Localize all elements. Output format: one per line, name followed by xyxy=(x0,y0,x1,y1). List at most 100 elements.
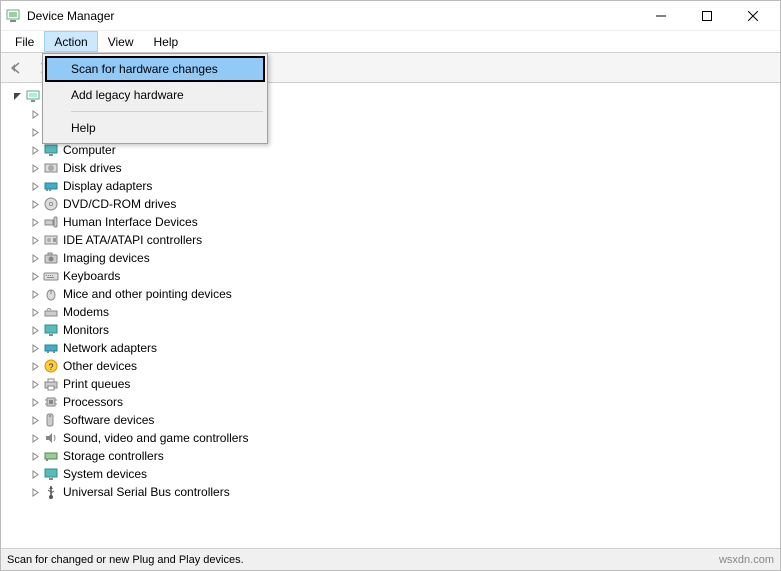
expander-icon[interactable] xyxy=(11,90,23,102)
tree-label: Other devices xyxy=(63,357,137,375)
expander-icon[interactable] xyxy=(29,198,41,210)
tree-label: Monitors xyxy=(63,321,109,339)
expander-icon[interactable] xyxy=(29,324,41,336)
monitor-icon xyxy=(43,322,59,338)
back-button[interactable] xyxy=(5,56,29,80)
tree-label: System devices xyxy=(63,465,147,483)
tree-item-processors[interactable]: Processors xyxy=(3,393,778,411)
expander-icon[interactable] xyxy=(29,180,41,192)
disk-icon xyxy=(43,160,59,176)
expander-icon[interactable] xyxy=(29,450,41,462)
usb-icon xyxy=(43,484,59,500)
tree-item-network[interactable]: Network adapters xyxy=(3,339,778,357)
mouse-icon xyxy=(43,286,59,302)
tree-label: Display adapters xyxy=(63,177,152,195)
expander-icon[interactable] xyxy=(29,108,41,120)
tree-label: DVD/CD-ROM drives xyxy=(63,195,176,213)
window-title: Device Manager xyxy=(27,9,114,23)
svg-text:?: ? xyxy=(48,362,53,372)
titlebar: Device Manager xyxy=(1,1,780,31)
menu-add-legacy[interactable]: Add legacy hardware xyxy=(45,82,265,108)
minimize-button[interactable] xyxy=(638,1,684,31)
system-icon xyxy=(43,466,59,482)
expander-icon[interactable] xyxy=(29,216,41,228)
tree-item-disk-drives[interactable]: Disk drives xyxy=(3,159,778,177)
expander-icon[interactable] xyxy=(29,270,41,282)
expander-icon[interactable] xyxy=(29,486,41,498)
tree-item-hid[interactable]: Human Interface Devices xyxy=(3,213,778,231)
expander-icon[interactable] xyxy=(29,306,41,318)
printer-icon xyxy=(43,376,59,392)
app-icon xyxy=(5,8,21,24)
menu-scan-hardware[interactable]: Scan for hardware changes xyxy=(45,56,265,82)
maximize-button[interactable] xyxy=(684,1,730,31)
expander-icon[interactable] xyxy=(29,126,41,138)
tree-item-other[interactable]: ? Other devices xyxy=(3,357,778,375)
keyboard-icon xyxy=(43,268,59,284)
menu-view[interactable]: View xyxy=(98,31,144,52)
tree-label: Imaging devices xyxy=(63,249,150,267)
tree-item-mice[interactable]: Mice and other pointing devices xyxy=(3,285,778,303)
camera-icon xyxy=(43,250,59,266)
expander-icon[interactable] xyxy=(29,378,41,390)
tree-label: Print queues xyxy=(63,375,130,393)
expander-icon[interactable] xyxy=(29,360,41,372)
tree-label: Network adapters xyxy=(63,339,157,357)
tree-item-imaging[interactable]: Imaging devices xyxy=(3,249,778,267)
expander-icon[interactable] xyxy=(29,252,41,264)
tree-item-modems[interactable]: Modems xyxy=(3,303,778,321)
tree-item-system[interactable]: System devices xyxy=(3,465,778,483)
menubar: File Action View Help xyxy=(1,31,780,53)
tree-item-print[interactable]: Print queues xyxy=(3,375,778,393)
expander-icon[interactable] xyxy=(29,468,41,480)
display-adapter-icon xyxy=(43,178,59,194)
expander-icon[interactable] xyxy=(29,234,41,246)
tree-item-keyboards[interactable]: Keyboards xyxy=(3,267,778,285)
tree-label: Disk drives xyxy=(63,159,122,177)
tree-label: IDE ATA/ATAPI controllers xyxy=(63,231,202,249)
expander-icon[interactable] xyxy=(29,414,41,426)
tree-item-storage[interactable]: Storage controllers xyxy=(3,447,778,465)
close-button[interactable] xyxy=(730,1,776,31)
tree-item-usb[interactable]: Universal Serial Bus controllers xyxy=(3,483,778,501)
menu-action[interactable]: Action xyxy=(44,31,97,52)
tree-label: Keyboards xyxy=(63,267,120,285)
menu-help-item[interactable]: Help xyxy=(45,115,265,141)
window-controls xyxy=(638,1,776,31)
expander-icon[interactable] xyxy=(29,342,41,354)
tree-item-ide[interactable]: IDE ATA/ATAPI controllers xyxy=(3,231,778,249)
status-text: Scan for changed or new Plug and Play de… xyxy=(1,554,713,566)
tree-label: Modems xyxy=(63,303,109,321)
tree-label: Storage controllers xyxy=(63,447,164,465)
expander-icon[interactable] xyxy=(29,432,41,444)
menu-help[interactable]: Help xyxy=(144,31,189,52)
statusbar: Scan for changed or new Plug and Play de… xyxy=(1,548,780,570)
dvd-icon xyxy=(43,196,59,212)
tree-item-software[interactable]: Software devices xyxy=(3,411,778,429)
storage-icon xyxy=(43,448,59,464)
action-dropdown: Scan for hardware changes Add legacy har… xyxy=(42,53,268,144)
modem-icon xyxy=(43,304,59,320)
tree-item-sound[interactable]: Sound, video and game controllers xyxy=(3,429,778,447)
monitor-icon xyxy=(43,142,59,158)
tree-item-display-adapters[interactable]: Display adapters xyxy=(3,177,778,195)
tree-label: Sound, video and game controllers xyxy=(63,429,248,447)
menu-separator xyxy=(71,111,263,112)
expander-icon[interactable] xyxy=(29,288,41,300)
tree-label: Human Interface Devices xyxy=(63,213,198,231)
tree-label: Processors xyxy=(63,393,123,411)
network-icon xyxy=(43,340,59,356)
software-icon xyxy=(43,412,59,428)
expander-icon[interactable] xyxy=(29,396,41,408)
cpu-icon xyxy=(43,394,59,410)
hid-icon xyxy=(43,214,59,230)
tree-label: Mice and other pointing devices xyxy=(63,285,232,303)
device-tree: Batteries Bluetooth Computer Disk drives… xyxy=(1,83,780,505)
menu-file[interactable]: File xyxy=(5,31,44,52)
tree-item-dvd[interactable]: DVD/CD-ROM drives xyxy=(3,195,778,213)
expander-icon[interactable] xyxy=(29,162,41,174)
tree-item-monitors[interactable]: Monitors xyxy=(3,321,778,339)
expander-icon[interactable] xyxy=(29,144,41,156)
status-right: wsxdn.com xyxy=(713,554,780,566)
tree-label: Software devices xyxy=(63,411,154,429)
